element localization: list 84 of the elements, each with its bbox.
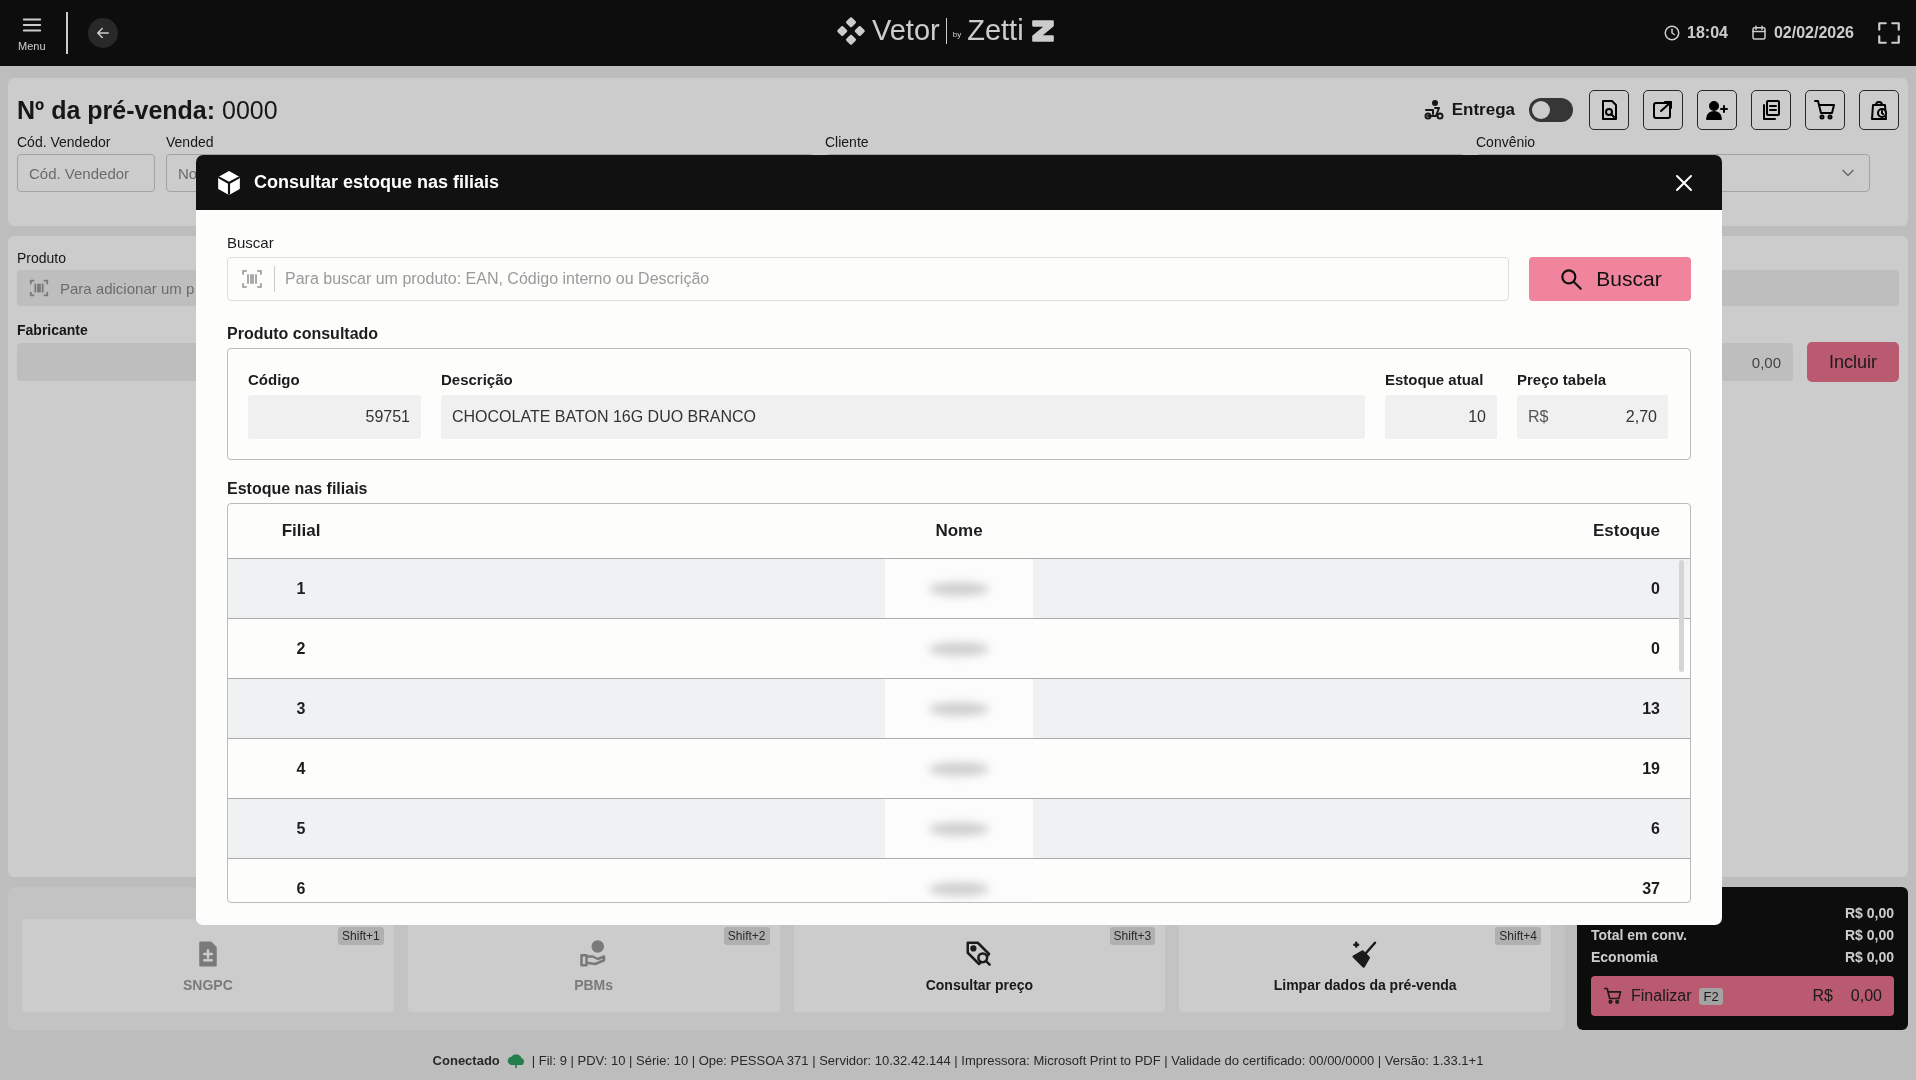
shortcut-badge: Shift+2 bbox=[723, 927, 770, 945]
value-field: 59751 bbox=[248, 395, 421, 439]
total-value: R$ 0,00 bbox=[1844, 905, 1894, 923]
table-cell-text: 2 bbox=[295, 639, 307, 658]
total-value: R$ 0,00 bbox=[1844, 948, 1894, 967]
table-cell-text: 0 bbox=[1650, 639, 1661, 658]
table-cell-text: 4 bbox=[295, 759, 307, 778]
total-label: Total em conv. bbox=[1591, 926, 1687, 945]
toolbar-button[interactable] bbox=[1859, 90, 1899, 130]
delivery-label: Entrega bbox=[1451, 100, 1515, 120]
clock-icon bbox=[1663, 24, 1681, 42]
value-field: 10 bbox=[1385, 395, 1497, 439]
blurred-text bbox=[929, 761, 989, 776]
field-label: Estoque atual bbox=[1385, 371, 1485, 388]
blurred-text bbox=[929, 881, 989, 896]
cart-icon bbox=[1813, 98, 1837, 122]
total-value: R$ 0,00 bbox=[1844, 926, 1894, 945]
field-label: Código bbox=[248, 371, 301, 388]
date-text: 02/02/2026 bbox=[1773, 24, 1854, 42]
field-label: Vended bbox=[166, 134, 215, 150]
table-cell-text: 37 bbox=[1641, 879, 1661, 898]
cart-icon bbox=[1603, 986, 1623, 1007]
field-label: Descrição bbox=[441, 371, 514, 388]
table-cell-text: 0 bbox=[1650, 579, 1661, 598]
status-info: | Fil: 9 | PDV: 10 | Série: 10 | Ope: PESSOA 371 | Servidor: 10.32.42.144 | Impressora: Microsoft Print to PDF | Validade do certificado: 00/00/0000 | Versão: 1.33.1+1 bbox=[531, 1052, 1484, 1068]
table-cell-text: 3 bbox=[295, 699, 307, 718]
search-button[interactable]: Buscar bbox=[1529, 257, 1691, 301]
scrollbar[interactable] bbox=[1679, 560, 1684, 672]
back-button[interactable] bbox=[87, 18, 118, 48]
blurred-text bbox=[929, 641, 989, 656]
field-label: Cód. Vendedor bbox=[17, 134, 112, 150]
connection-status: Conectado bbox=[432, 1052, 500, 1068]
table-cell-text: 5 bbox=[295, 819, 307, 838]
logo-text: Zetti bbox=[967, 14, 1024, 47]
calendar-icon bbox=[1749, 24, 1768, 42]
logo-mark-icon bbox=[836, 15, 866, 46]
table-cell-text: 1 bbox=[295, 579, 307, 598]
field-label: Buscar bbox=[227, 234, 275, 251]
value-field: R$ 2,70 bbox=[1517, 395, 1668, 439]
toolbar-button[interactable] bbox=[1643, 90, 1683, 130]
column-header: Filial bbox=[280, 521, 322, 541]
logo-text: Vetor bbox=[872, 14, 940, 47]
barcode-icon bbox=[240, 267, 264, 291]
shortcut-badge: Shift+3 bbox=[1109, 927, 1156, 945]
section-title: Produto consultado bbox=[227, 325, 380, 343]
finalize-button[interactable]: Finalizar F2 R$ 0,00 bbox=[1591, 976, 1894, 1016]
table-cell-text: 13 bbox=[1641, 699, 1661, 718]
time-text: 18:04 bbox=[1687, 24, 1728, 42]
include-button[interactable]: Incluir bbox=[1807, 342, 1899, 382]
shortcut-badge: Shift+1 bbox=[338, 927, 384, 945]
field-label: Produto bbox=[17, 250, 67, 266]
column-header: Estoque bbox=[1591, 521, 1661, 541]
table-cell-text: 6 bbox=[1650, 819, 1661, 838]
blurred-text bbox=[929, 821, 989, 836]
field-label: Cliente bbox=[825, 134, 870, 150]
section-title: Estoque nas filiais bbox=[227, 480, 369, 498]
toolbar-button[interactable] bbox=[1589, 90, 1629, 130]
table-cell-text: 6 bbox=[295, 879, 307, 898]
total-label: Economia bbox=[1591, 948, 1658, 967]
barcode-icon bbox=[28, 277, 50, 299]
logo-z-icon bbox=[1029, 17, 1056, 44]
box-icon bbox=[216, 169, 242, 196]
field-label: Preço tabela bbox=[1517, 371, 1608, 388]
logo-text: by bbox=[952, 30, 962, 39]
field-label: Convênio bbox=[1476, 134, 1537, 150]
blurred-text bbox=[929, 701, 989, 716]
delivery-toggle[interactable] bbox=[1529, 98, 1573, 122]
key-badge: F2 bbox=[1699, 987, 1723, 1005]
column-header: Nome bbox=[935, 521, 983, 541]
dialog-title: Consultar estoque nas filiais bbox=[254, 172, 500, 193]
table-cell-text: 19 bbox=[1641, 759, 1661, 778]
field-label: Fabricante bbox=[17, 322, 88, 338]
add-user-icon bbox=[1705, 98, 1729, 122]
toolbar-button[interactable] bbox=[1751, 90, 1791, 130]
toolbar-button[interactable] bbox=[1805, 90, 1845, 130]
menu-button[interactable]: Menu bbox=[18, 14, 46, 52]
search-icon bbox=[1558, 266, 1585, 292]
shortcut-badge: Shift+4 bbox=[1495, 927, 1541, 945]
share-icon bbox=[1651, 98, 1675, 122]
blurred-text bbox=[929, 581, 989, 596]
value-field: CHOCOLATE BATON 16G DUO BRANCO bbox=[441, 395, 1365, 439]
toolbar-button[interactable] bbox=[1697, 90, 1737, 130]
fullscreen-icon[interactable] bbox=[1876, 20, 1902, 46]
sale-number-title: Nº da pré-venda: 0000 bbox=[17, 95, 278, 125]
